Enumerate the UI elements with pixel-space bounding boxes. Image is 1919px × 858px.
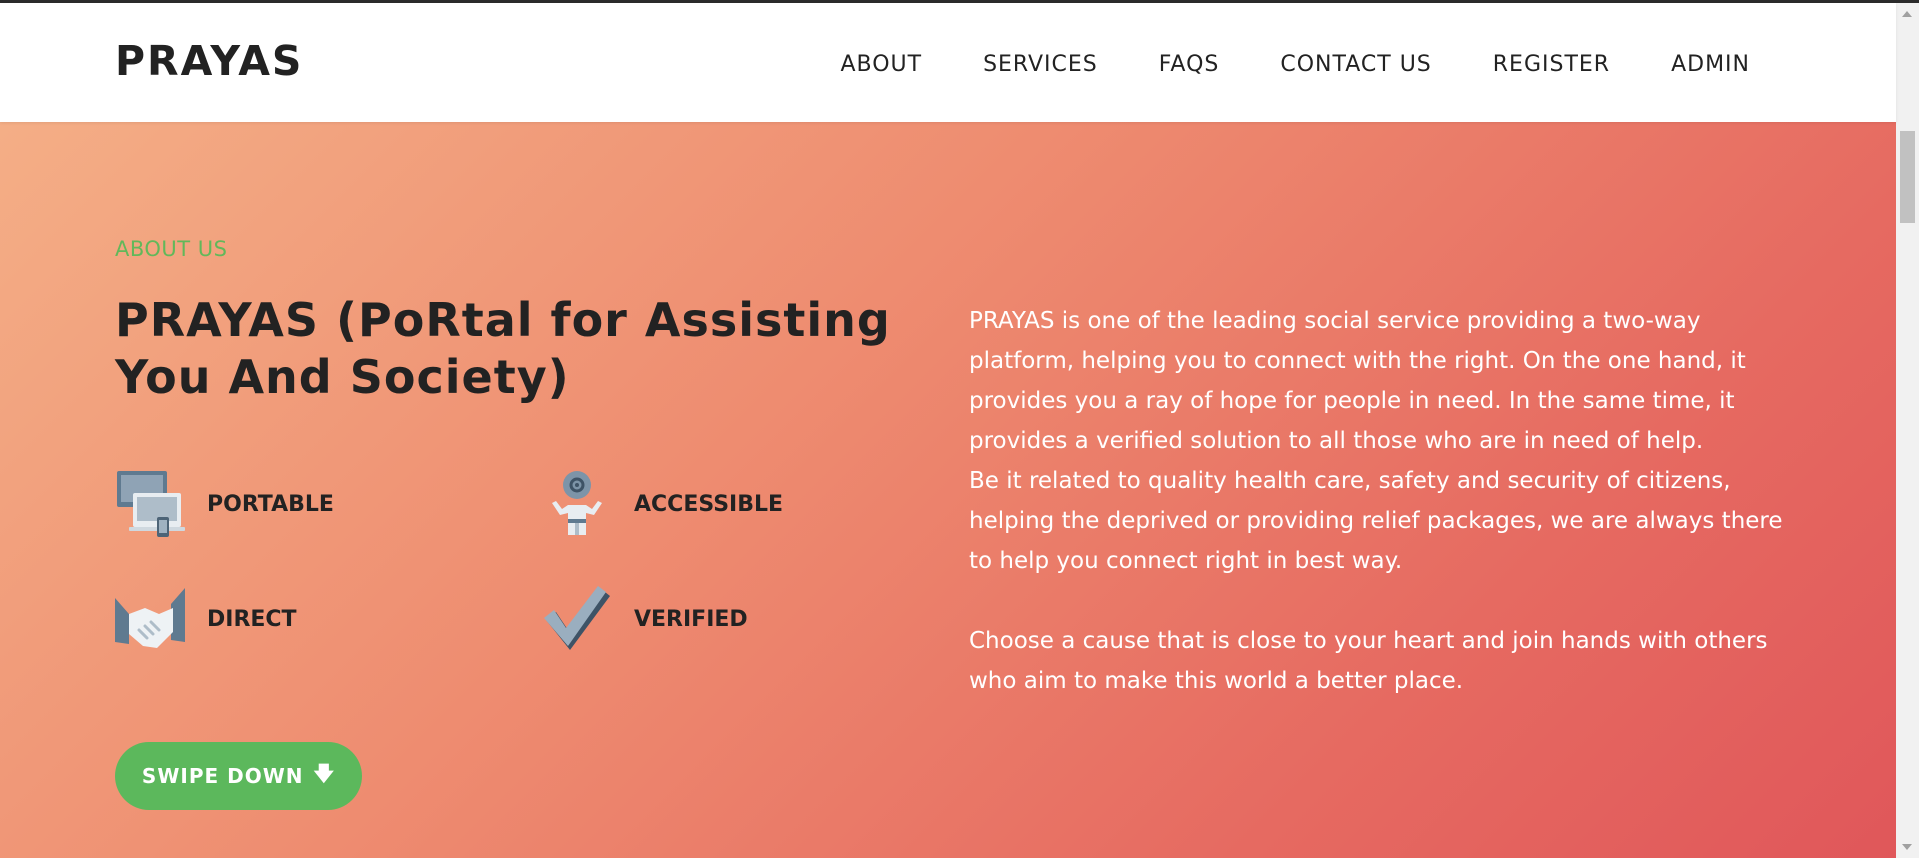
feature-accessible: ACCESSIBLE — [542, 469, 783, 539]
nav-link-faqs[interactable]: FAQS — [1159, 52, 1220, 77]
nav-link-register[interactable]: REGISTER — [1493, 52, 1610, 77]
page-title: PRAYAS (PoRtal for Assisting You And Soc… — [115, 293, 891, 404]
scroll-up-arrow-icon[interactable] — [1902, 11, 1912, 17]
feature-label-portable: PORTABLE — [207, 491, 334, 517]
feature-label-accessible: ACCESSIBLE — [634, 491, 784, 517]
nav-link-about[interactable]: ABOUT — [840, 52, 922, 77]
checkmark-icon — [544, 586, 610, 650]
nav-links: ABOUT SERVICES FAQS CONTACT US REGISTER … — [779, 52, 1750, 77]
feature-direct: DIRECT — [115, 584, 297, 654]
about-hero-section: ABOUT US PRAYAS (PoRtal for Assisting Yo… — [0, 122, 1896, 858]
about-paragraph-2: Be it related to quality health care, sa… — [969, 468, 1783, 574]
swipe-down-label: SWIPE DOWN — [141, 764, 304, 788]
feature-portable: PORTABLE — [115, 469, 334, 539]
about-paragraph-1: PRAYAS is one of the leading social serv… — [969, 308, 1746, 454]
scrollbar-thumb[interactable] — [1900, 131, 1915, 223]
nav-link-admin[interactable]: ADMIN — [1671, 52, 1750, 77]
navbar: PRAYAS ABOUT SERVICES FAQS CONTACT US RE… — [0, 3, 1896, 122]
devices-icon — [117, 471, 185, 537]
feature-label-verified: VERIFIED — [634, 606, 748, 632]
swipe-down-button[interactable]: SWIPE DOWN 🡇 — [115, 742, 362, 810]
handshake-icon — [115, 588, 185, 648]
support-gear-icon — [552, 471, 602, 535]
scroll-down-arrow-icon[interactable] — [1902, 844, 1912, 850]
brand-logo[interactable]: PRAYAS — [115, 37, 303, 85]
vertical-scrollbar[interactable] — [1896, 3, 1919, 858]
nav-link-contact[interactable]: CONTACT US — [1280, 52, 1431, 77]
about-paragraph-3: Choose a cause that is close to your hea… — [969, 628, 1768, 694]
arrow-down-icon: 🡇 — [313, 761, 336, 785]
nav-link-services[interactable]: SERVICES — [983, 52, 1098, 77]
section-eyebrow: ABOUT US — [115, 237, 228, 261]
feature-label-direct: DIRECT — [207, 606, 297, 632]
feature-verified: VERIFIED — [542, 584, 748, 654]
